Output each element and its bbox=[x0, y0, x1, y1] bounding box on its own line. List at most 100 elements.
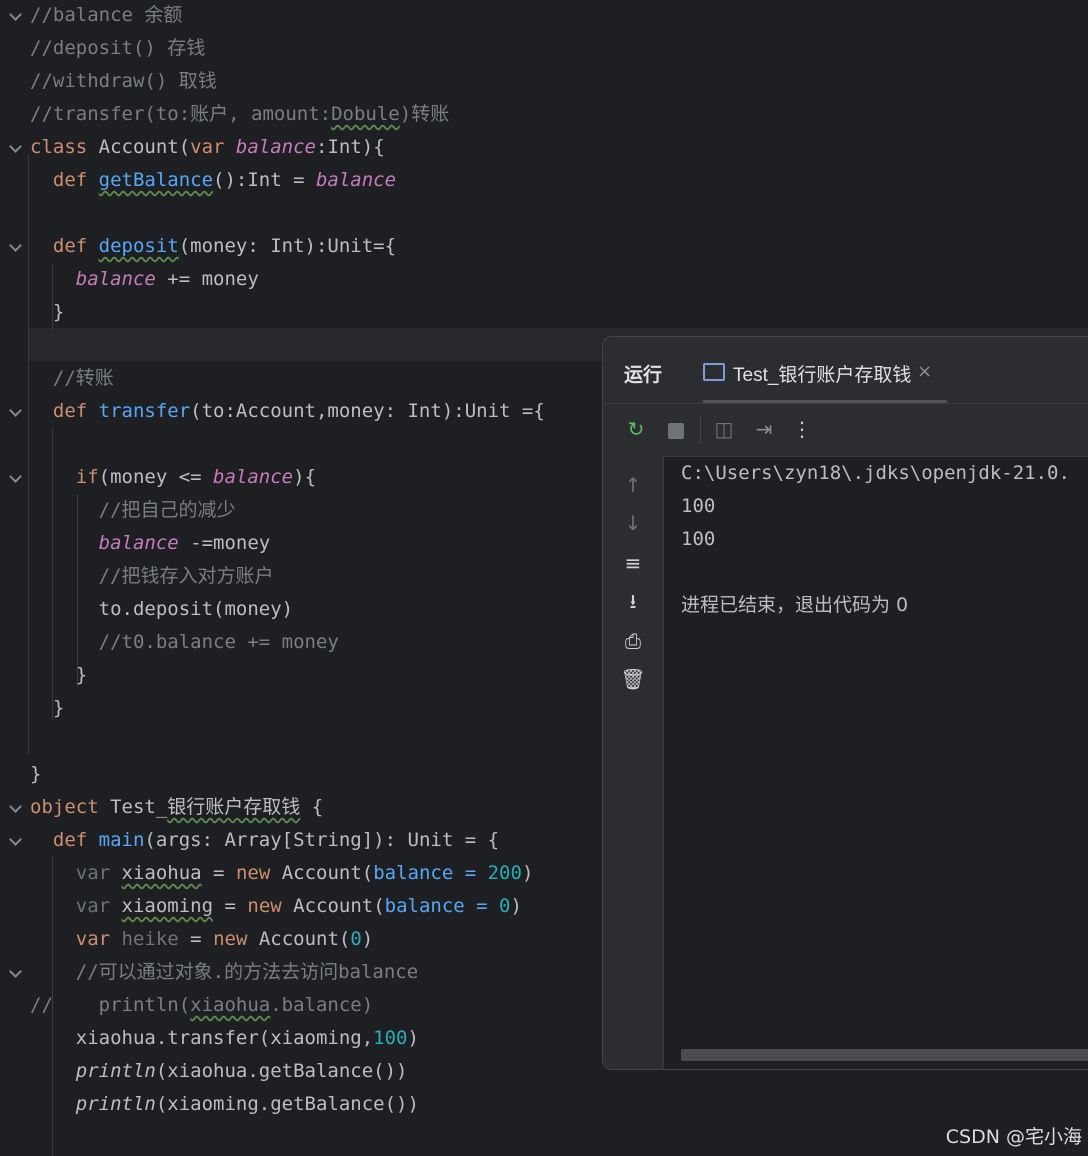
code-token: //transfer(to:账户, amount: bbox=[30, 103, 332, 125]
code-token: balance bbox=[98, 532, 179, 554]
soft-wrap-icon[interactable]: ≡ bbox=[620, 550, 646, 576]
code-token: Account( bbox=[258, 928, 351, 950]
code-token: ) bbox=[407, 1027, 419, 1049]
code-line[interactable]: } bbox=[30, 692, 64, 725]
code-line[interactable]: //withdraw() 取钱 bbox=[30, 65, 217, 98]
code-token: //withdraw() 取钱 bbox=[30, 70, 217, 92]
code-token: } bbox=[30, 664, 88, 686]
code-token: getBalance bbox=[98, 169, 214, 191]
code-token: xiaohua.transfer(xiaoming, bbox=[30, 1027, 374, 1049]
code-line[interactable]: object Test_银行账户存取钱 { bbox=[30, 791, 323, 824]
fold-chevron-icon[interactable] bbox=[8, 801, 22, 815]
code-line[interactable]: println(xiaoming.getBalance()) bbox=[30, 1088, 419, 1121]
horizontal-scrollbar[interactable] bbox=[681, 1049, 1088, 1061]
code-token: println bbox=[75, 1060, 156, 1082]
code-token: balance bbox=[235, 136, 316, 158]
fold-chevron-icon[interactable] bbox=[8, 405, 22, 419]
arrow-down-icon[interactable]: ↓ bbox=[620, 510, 646, 536]
code-token: new bbox=[213, 928, 259, 950]
code-token: } bbox=[30, 301, 65, 323]
code-line[interactable]: } bbox=[30, 659, 87, 692]
code-token: { bbox=[300, 796, 324, 818]
console-side-toolbar: ↑ ↓ ≡ ⭳ ⎙ 🗑 bbox=[603, 456, 664, 1069]
fold-chevron-icon[interactable] bbox=[8, 471, 22, 485]
code-token: ){ bbox=[293, 466, 317, 488]
code-token: (xiaohua.getBalance()) bbox=[155, 1060, 408, 1082]
code-line[interactable]: } bbox=[30, 758, 41, 791]
code-token: to.deposit(money) bbox=[30, 598, 294, 620]
code-token: balance bbox=[213, 466, 294, 488]
code-token: 银行账户存取钱 bbox=[167, 796, 301, 818]
code-line[interactable]: def getBalance():Int = balance bbox=[30, 164, 396, 197]
camera-icon[interactable]: ◫ bbox=[711, 416, 737, 442]
code-line[interactable]: //transfer(to:账户, amount:Dobule)转账 bbox=[30, 98, 449, 131]
code-token: (to:Account,money: Int):Unit ={ bbox=[190, 400, 545, 422]
trash-icon[interactable]: 🗑 bbox=[620, 666, 646, 692]
code-line[interactable]: def transfer(to:Account,money: Int):Unit… bbox=[30, 395, 545, 428]
fold-chevron-icon[interactable] bbox=[8, 240, 22, 254]
console-icon bbox=[703, 363, 725, 381]
code-line[interactable]: //转账 bbox=[30, 362, 114, 395]
code-line[interactable]: balance += money bbox=[30, 263, 259, 296]
code-line[interactable]: //balance 余额 bbox=[30, 0, 182, 32]
code-line[interactable]: balance -=money bbox=[30, 527, 271, 560]
code-token: //deposit() 存钱 bbox=[30, 37, 206, 59]
code-token: balance = bbox=[373, 862, 488, 884]
code-line[interactable]: to.deposit(money) bbox=[30, 593, 293, 626]
code-token: Account( bbox=[98, 136, 191, 158]
code-line[interactable]: xiaohua.transfer(xiaoming,100) bbox=[30, 1022, 419, 1055]
code-token: println bbox=[75, 1093, 156, 1115]
fold-chevron-icon[interactable] bbox=[8, 141, 22, 155]
run-toolbar: ↻ ◫ ⇥ ⋮ bbox=[603, 403, 1088, 457]
code-line[interactable]: class Account(var balance:Int){ bbox=[30, 131, 385, 164]
code-line[interactable]: //把自己的减少 bbox=[30, 494, 236, 527]
run-panel-header: 运行 Test_银行账户存取钱 × bbox=[603, 337, 1088, 403]
code-token: Account( bbox=[281, 862, 374, 884]
close-icon[interactable]: × bbox=[917, 361, 932, 382]
code-line[interactable]: } bbox=[30, 296, 64, 329]
code-token: += money bbox=[155, 268, 259, 290]
code-line[interactable]: println(xiaohua.getBalance()) bbox=[30, 1055, 408, 1088]
code-token: def bbox=[30, 829, 99, 851]
code-line[interactable]: //可以通过对象.的方法去访问balance bbox=[30, 956, 418, 989]
code-line[interactable]: var xiaohua = new Account(balance = 200) bbox=[30, 857, 534, 890]
exit-icon[interactable]: ⇥ bbox=[751, 416, 777, 442]
code-token: if bbox=[75, 466, 99, 488]
code-token: var bbox=[190, 136, 236, 158]
code-token: transfer bbox=[98, 400, 191, 422]
code-line[interactable]: var xiaoming = new Account(balance = 0) bbox=[30, 890, 522, 923]
fold-chevron-icon[interactable] bbox=[8, 834, 22, 848]
fold-chevron-icon[interactable] bbox=[8, 9, 22, 23]
code-line[interactable]: //t0.balance += money bbox=[30, 626, 339, 659]
fold-chevron-icon[interactable] bbox=[8, 966, 22, 980]
print-icon[interactable]: ⎙ bbox=[620, 628, 646, 654]
code-token: 0 bbox=[350, 928, 362, 950]
code-token: ) bbox=[521, 862, 534, 884]
code-line[interactable]: // println(xiaohua.balance) bbox=[30, 989, 373, 1022]
code-line[interactable]: var heike = new Account(0) bbox=[30, 923, 373, 956]
rerun-icon[interactable]: ↻ bbox=[623, 416, 649, 442]
code-line[interactable]: if(money <= balance){ bbox=[30, 461, 316, 494]
code-line[interactable]: //deposit() 存钱 bbox=[30, 32, 205, 65]
code-token: new bbox=[235, 862, 282, 884]
code-token: xiaohua bbox=[121, 862, 202, 884]
code-token: new bbox=[247, 895, 294, 917]
code-token: Account( bbox=[293, 895, 385, 917]
code-token: balance = bbox=[384, 895, 500, 917]
code-token: )转账 bbox=[399, 103, 450, 125]
code-line[interactable]: def deposit(money: Int):Unit={ bbox=[30, 230, 396, 263]
code-line[interactable]: def main(args: Array[String]): Unit = { bbox=[30, 824, 499, 857]
code-token: (money: Int):Unit={ bbox=[178, 235, 397, 257]
scroll-to-end-icon[interactable]: ⭳ bbox=[620, 588, 646, 614]
code-token: // println( bbox=[30, 994, 191, 1016]
code-token: (args: Array[String]): Unit = { bbox=[144, 829, 500, 851]
tab-run-configuration[interactable]: Test_银行账户存取钱 × bbox=[703, 357, 947, 403]
more-icon[interactable]: ⋮ bbox=[789, 416, 815, 442]
code-line[interactable]: //把钱存入对方账户 bbox=[30, 560, 274, 593]
code-token: } bbox=[30, 763, 42, 785]
stop-icon[interactable] bbox=[663, 416, 689, 442]
arrow-up-icon[interactable]: ↑ bbox=[620, 472, 646, 498]
